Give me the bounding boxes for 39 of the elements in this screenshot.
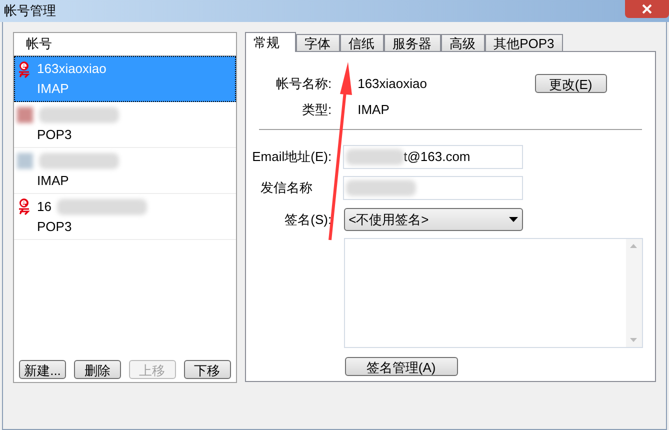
account-protocol: IMAP (36, 172, 70, 190)
account-protocol: IMAP (36, 80, 70, 98)
tab[interactable]: 服务器 (384, 34, 441, 51)
sender-name-field[interactable] (342, 176, 523, 200)
field-label: 帐号名称: (274, 75, 332, 93)
netease-logo-icon (17, 60, 31, 78)
scrollbar[interactable] (626, 239, 642, 347)
signature-dropdown[interactable]: <不使用签名> (344, 208, 523, 231)
tab[interactable]: 字体 (296, 34, 340, 51)
signature-manage-button[interactable]: 签名管理(A) (344, 357, 458, 376)
account-name: 16 (37, 198, 52, 216)
tab[interactable]: 其他POP3 (484, 34, 564, 51)
window-title: 帐号管理 (4, 2, 56, 20)
account-protocol: POP3 (36, 126, 73, 144)
scroll-down-icon[interactable] (630, 338, 638, 342)
tab[interactable]: 高级 (440, 34, 485, 51)
account-type: IMAP (358, 100, 390, 118)
field-label: 发信名称 (260, 179, 314, 198)
email-field[interactable]: t@163.com (342, 145, 523, 169)
scroll-up-icon[interactable] (630, 244, 638, 248)
list-button[interactable]: 删除 (74, 360, 121, 379)
netease-logo-icon (17, 198, 31, 215)
tab[interactable]: 常规 (244, 32, 296, 52)
list-button[interactable]: 新建... (19, 360, 66, 379)
field-label: Email地址(E): (251, 148, 332, 166)
field-label: 类型: (300, 100, 332, 118)
close-button[interactable] (625, 0, 669, 18)
account-name: 163xiaoxiao (37, 60, 106, 78)
close-icon (642, 4, 652, 14)
redacted-icon (17, 106, 33, 122)
tab[interactable]: 信纸 (340, 34, 384, 51)
change-button[interactable]: 更改(E) (534, 74, 607, 94)
signature-text-area[interactable] (344, 238, 643, 348)
dropdown-arrow-icon (508, 217, 518, 222)
field-label: 签名(S): (284, 210, 332, 229)
list-button[interactable]: 下移 (184, 360, 231, 379)
account-name: 163xiaoxiao (358, 75, 428, 93)
account-protocol: POP3 (36, 218, 73, 236)
redacted-icon (17, 152, 33, 168)
